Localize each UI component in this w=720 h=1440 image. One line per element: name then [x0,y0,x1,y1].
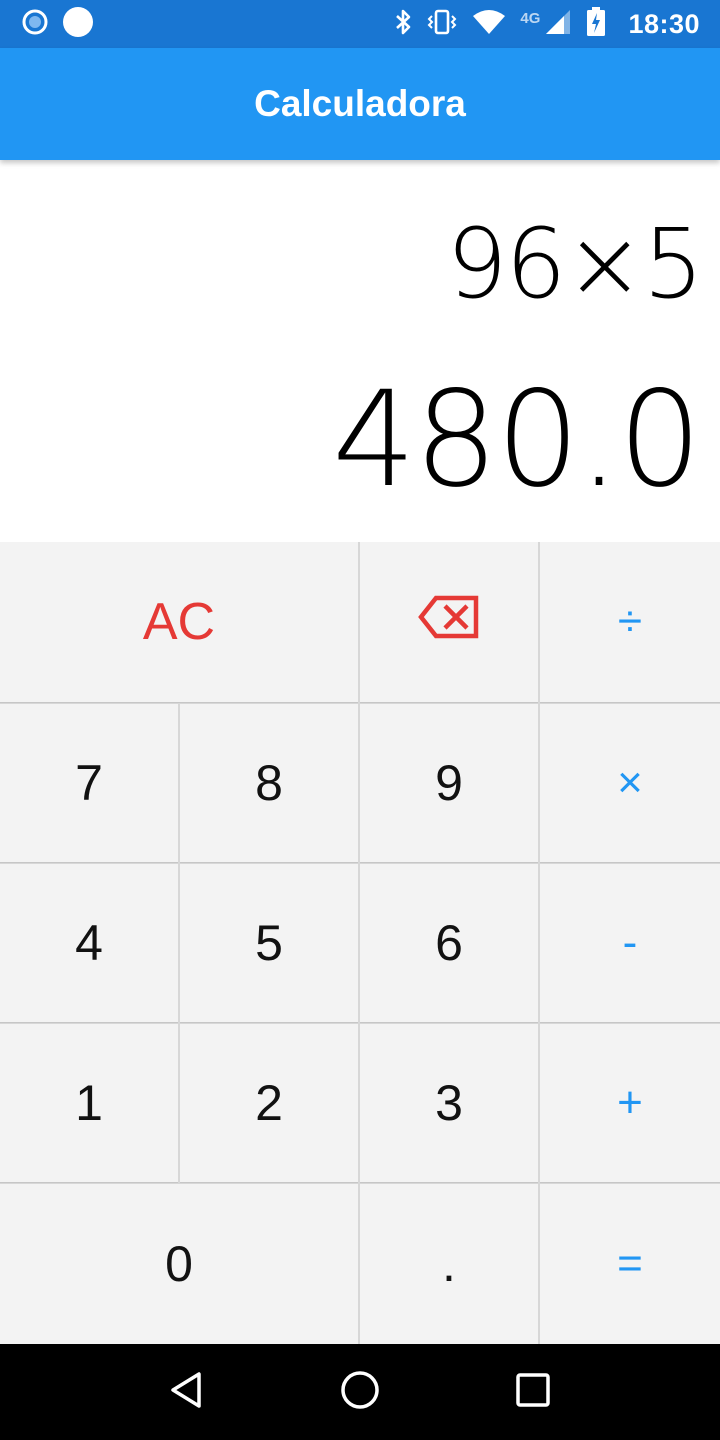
battery-charging-icon [586,6,606,42]
keypad: AC ÷ 7 8 9 × 4 5 6 - 1 2 3 + 0 . = [0,542,720,1344]
status-bar: 4G 18:30 [0,0,720,48]
digit-5-button[interactable]: 5 [180,864,358,1022]
digit-2-button[interactable]: 2 [180,1024,358,1182]
dot-icon [62,6,94,43]
app-title: Calculadora [254,83,466,124]
nav-back-button[interactable] [157,1362,217,1422]
result-text: 480.0 [332,363,702,517]
subtract-button[interactable]: - [540,864,720,1022]
digit-0-button[interactable]: 0 [0,1184,358,1344]
wifi-icon [472,8,506,41]
backspace-button[interactable] [360,542,538,702]
back-icon [167,1370,207,1415]
add-button[interactable]: + [540,1024,720,1182]
digit-6-button[interactable]: 6 [360,864,538,1022]
equals-button[interactable]: = [540,1184,720,1344]
app-bar: Calculadora [0,48,720,160]
notification-circle-icon [22,9,48,40]
divide-button[interactable]: ÷ [540,542,720,702]
status-time: 18:30 [628,8,700,39]
decimal-point-button[interactable]: . [360,1184,538,1344]
vibrate-icon [426,8,458,41]
digit-3-button[interactable]: 3 [360,1024,538,1182]
digit-1-button[interactable]: 1 [0,1024,178,1182]
backspace-icon [418,593,480,651]
expression-text: 96×5 [446,208,704,320]
status-right: 4G 18:30 [394,6,700,42]
status-left [22,6,94,43]
digit-8-button[interactable]: 8 [180,704,358,862]
bluetooth-icon [394,8,412,41]
digit-4-button[interactable]: 4 [0,864,178,1022]
recents-icon [515,1372,551,1413]
digit-9-button[interactable]: 9 [360,704,538,862]
home-icon [339,1369,381,1416]
network-type-label: 4G [520,9,541,27]
clear-button[interactable]: AC [0,542,358,702]
nav-home-button[interactable] [330,1362,390,1422]
nav-recents-button[interactable] [503,1362,563,1422]
signal-icon [544,8,572,41]
navigation-bar [0,1344,720,1440]
multiply-button[interactable]: × [540,704,720,862]
calculator-display: 96×5 480.0 [0,160,720,542]
digit-7-button[interactable]: 7 [0,704,178,862]
